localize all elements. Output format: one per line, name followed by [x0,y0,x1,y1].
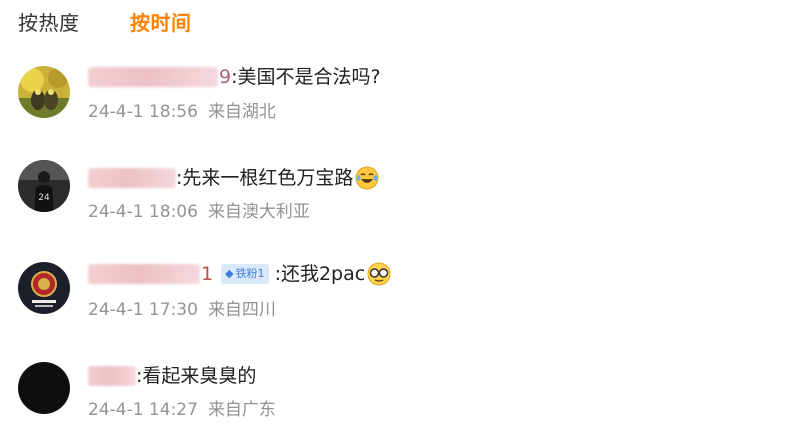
comment-time: 24-4-1 17:30 [88,300,198,320]
diamond-icon: ◆ [225,267,234,280]
username-redacted[interactable] [88,264,200,284]
comment-item: 9 :美国不是合法吗? 24-4-1 18:56 来自湖北 [0,58,800,148]
svg-text:24: 24 [38,193,50,203]
laughing-tears-emoji [355,166,379,190]
comment-meta: 24-4-1 18:56 来自湖北 [88,100,276,124]
comment-meta: 24-4-1 18:06 来自澳大利亚 [88,200,310,224]
username-tail[interactable]: 9 [219,63,231,91]
comment-item: 1 ◆ 铁粉1 :还我2pac 24-4-1 17:30 来自四川 [0,244,800,334]
comment-location: 来自四川 [207,300,276,320]
avatar[interactable] [18,262,70,314]
comment-header: 9 :美国不是合法吗? [88,63,381,91]
avatar-image: 24 [18,160,70,212]
comment-location: 来自广东 [207,400,276,420]
comment-location: 来自澳大利亚 [207,202,310,222]
username-redacted[interactable] [88,67,218,87]
tab-sort-by-popularity[interactable]: 按热度 [18,10,80,36]
comment-time: 24-4-1 18:56 [88,102,198,122]
comment-meta: 24-4-1 17:30 来自四川 [88,298,276,322]
avatar[interactable] [18,362,70,414]
comment-header: :看起来臭臭的 [88,362,256,390]
comment-panel: 按热度 按时间 9 :美国不是合法吗? 24-4-1 18:56 来自湖北 24… [0,0,800,448]
username-redacted[interactable] [88,366,136,386]
fan-level-badge[interactable]: ◆ 铁粉1 [221,264,269,284]
comment-time: 24-4-1 14:27 [88,400,198,420]
comment-time: 24-4-1 18:06 [88,202,198,222]
comment-item: :看起来臭臭的 24-4-1 14:27 来自广东 [0,346,800,436]
avatar[interactable]: 24 [18,160,70,212]
avatar-image [18,362,70,414]
comment-location: 来自湖北 [207,102,276,122]
fan-badge-label: 铁粉1 [235,267,265,280]
comment-text: :看起来臭臭的 [136,365,257,387]
glasses-emoji [367,262,391,286]
username-redacted[interactable] [88,168,176,188]
comment-item: 24 :先来一根红色万宝路 24-4-1 18:06 来自澳大利亚 [0,150,800,240]
comment-meta: 24-4-1 14:27 来自广东 [88,398,276,422]
comment-text: :先来一根红色万宝路 [176,167,354,189]
username-tail[interactable]: 1 [201,260,213,288]
comment-header: :先来一根红色万宝路 [88,164,379,192]
comment-header: 1 ◆ 铁粉1 :还我2pac [88,260,391,288]
comment-text: :美国不是合法吗? [231,66,381,88]
avatar[interactable] [18,66,70,118]
avatar-image [18,66,70,118]
comment-text: :还我2pac [274,263,366,285]
tab-sort-by-time[interactable]: 按时间 [130,10,192,36]
avatar-image [18,262,70,314]
